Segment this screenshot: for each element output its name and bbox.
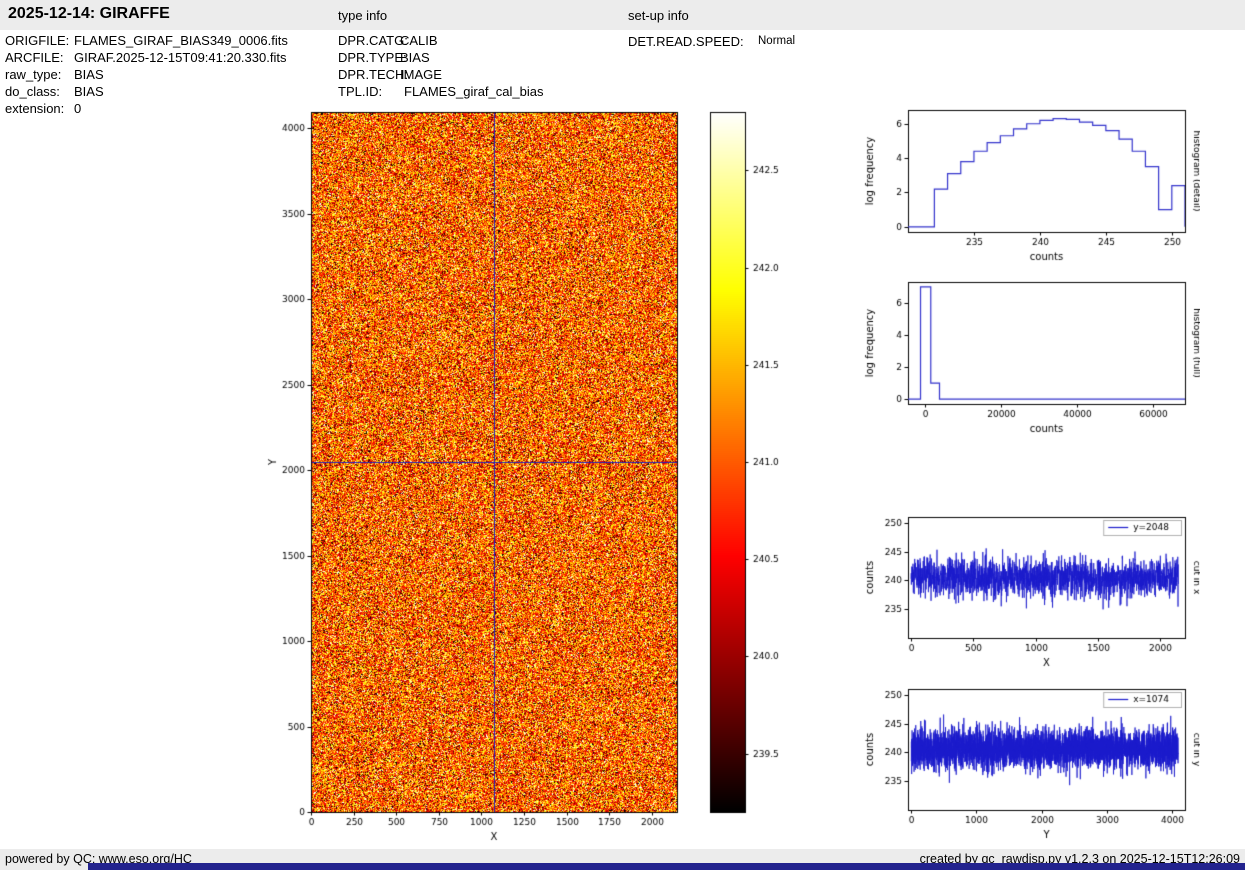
dpr-tech-label: DPR.TECH:	[338, 67, 409, 82]
origfile-label: ORIGFILE:	[5, 33, 70, 48]
read-speed-label: DET.READ.SPEED:	[628, 34, 744, 49]
histogram-detail-plot	[855, 95, 1200, 267]
dpr-type-value: BIAS	[400, 50, 430, 65]
header-bar: 2025-12-14: GIRAFFE type info set-up inf…	[0, 0, 1245, 30]
cut-in-x-plot	[855, 500, 1200, 675]
arcfile-label: ARCFILE:	[5, 50, 64, 65]
qc-report-page: 2025-12-14: GIRAFFE type info set-up inf…	[0, 0, 1245, 870]
arcfile-value: GIRAF.2025-12-15T09:41:20.330.fits	[74, 50, 287, 65]
dpr-catg-value: CALIB	[400, 33, 438, 48]
rawtype-value: BIAS	[74, 67, 104, 82]
origfile-value: FLAMES_GIRAF_BIAS349_0006.fits	[74, 33, 288, 48]
dpr-type-label: DPR.TYPE:	[338, 50, 407, 65]
extension-label: extension:	[5, 101, 65, 116]
dpr-tech-value: IMAGE	[400, 67, 442, 82]
colorbar	[690, 95, 805, 825]
bias-image-plot	[240, 95, 710, 855]
bottom-strip	[88, 863, 1245, 870]
rawtype-label: raw_type:	[5, 67, 62, 82]
page-title: 2025-12-14: GIRAFFE	[8, 5, 170, 22]
histogram-full-plot	[855, 267, 1200, 439]
doclass-value: BIAS	[74, 84, 104, 99]
cut-in-y-plot	[855, 672, 1200, 847]
type-info-header: type info	[338, 8, 388, 23]
read-speed-value: Normal	[758, 35, 796, 47]
setup-info-header: set-up info	[628, 8, 689, 23]
dpr-catg-label: DPR.CATG:	[338, 33, 408, 48]
extension-value: 0	[74, 101, 82, 116]
doclass-label: do_class:	[5, 84, 60, 99]
